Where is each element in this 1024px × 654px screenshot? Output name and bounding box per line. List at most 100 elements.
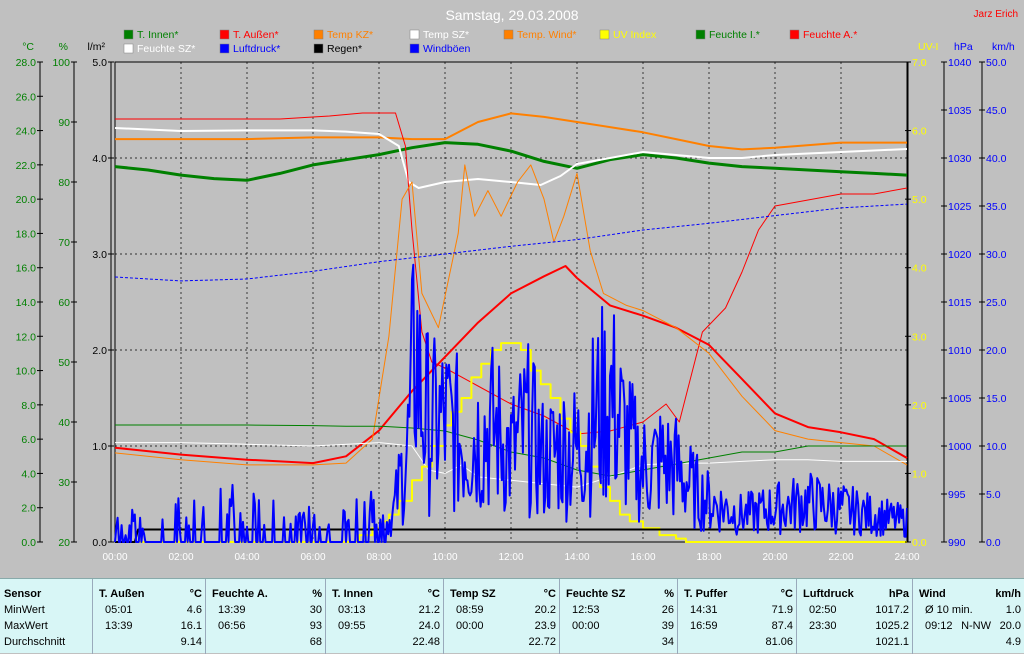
stats-max-time: 06:56 xyxy=(218,620,246,632)
axis-unit-temp_c: °C xyxy=(22,41,34,53)
stats-col-name: Feuchte A. xyxy=(212,588,268,600)
stats-min-value: 20.2 xyxy=(534,604,556,616)
legend-label: Feuchte SZ* xyxy=(137,43,195,55)
stats-avg-value: 1021.1 xyxy=(875,636,909,648)
stats-col-unit: % xyxy=(312,588,322,600)
x-tick-label: 22:00 xyxy=(828,552,853,563)
stats-avg-label: Durchschnitt xyxy=(4,636,66,648)
y-tick-label-wind_kmh: 35.0 xyxy=(986,201,1007,213)
stats-col-name: Luftdruck xyxy=(803,588,854,600)
stats-col-unit: °C xyxy=(427,588,440,600)
y-tick-label-uv: 7.0 xyxy=(912,57,927,69)
stats-max-value: 23.9 xyxy=(534,620,556,632)
axis-unit-wind_kmh: km/h xyxy=(992,41,1015,53)
y-tick-label-wind_kmh: 30.0 xyxy=(986,249,1007,261)
stats-min-time: 02:50 xyxy=(809,604,837,616)
y-tick-label-rain_lm2: 2.0 xyxy=(92,345,107,357)
stats-min-time: 14:31 xyxy=(690,604,718,616)
legend-swatch xyxy=(695,29,706,40)
stats-column: Temp SZ °C 08:59 20.2 00:00 23.9 22.72 xyxy=(443,579,560,654)
x-tick-label: 18:00 xyxy=(696,552,721,563)
y-tick-label-pressure_hpa: 1040 xyxy=(948,57,972,69)
y-tick-label-wind_kmh: 25.0 xyxy=(986,297,1007,309)
stats-col-unit: °C xyxy=(780,588,793,600)
legend: T. Innen* T. Außen* Temp KZ* Temp SZ* Temp. … xyxy=(123,29,857,55)
x-tick-label: 02:00 xyxy=(168,552,193,563)
y-tick-label-pressure_hpa: 1025 xyxy=(948,201,972,213)
stats-col-unit: °C xyxy=(543,588,556,600)
y-tick-label-pressure_hpa: 1020 xyxy=(948,249,972,261)
legend-swatch xyxy=(409,43,420,54)
stats-min-time: Ø 10 min. xyxy=(925,604,973,616)
y-tick-label-temp_c: 14.0 xyxy=(16,297,37,309)
stats-min-time: 08:59 xyxy=(456,604,484,616)
stats-min-time: 13:39 xyxy=(218,604,246,616)
y-tick-label-rain_lm2: 1.0 xyxy=(92,441,107,453)
y-tick-label-pressure_hpa: 1015 xyxy=(948,297,972,309)
y-tick-label-pressure_hpa: 1005 xyxy=(948,393,972,405)
legend-label: Feuchte I.* xyxy=(709,29,760,41)
stats-col-name: Temp SZ xyxy=(450,588,496,600)
y-tick-label-pressure_hpa: 1000 xyxy=(948,441,972,453)
y-tick-label-temp_c: 20.0 xyxy=(16,194,37,206)
y-tick-label-humidity_pct: 20 xyxy=(58,537,70,549)
y-tick-label-temp_c: 24.0 xyxy=(16,126,37,138)
y-tick-label-pressure_hpa: 1010 xyxy=(948,345,972,357)
stats-avg-value: 34 xyxy=(661,636,674,648)
axis-unit-pressure_hpa: hPa xyxy=(954,41,973,53)
x-tick-label: 24:00 xyxy=(894,552,919,563)
legend-label: Temp. Wind* xyxy=(517,29,577,41)
axis-unit-uv: UV-I xyxy=(918,41,938,53)
y-tick-label-humidity_pct: 90 xyxy=(58,117,70,129)
legend-swatch xyxy=(599,29,610,40)
stats-column: Feuchte SZ% 12:53 26 00:00 39 34 xyxy=(559,579,678,654)
y-tick-label-temp_c: 18.0 xyxy=(16,228,37,240)
y-tick-label-temp_c: 22.0 xyxy=(16,160,37,172)
stats-column: T. Innen °C 03:13 21.2 09:55 24.0 22.48 xyxy=(325,579,444,654)
y-tick-label-humidity_pct: 30 xyxy=(58,477,70,489)
y-tick-label-wind_kmh: 45.0 xyxy=(986,105,1007,117)
axis-unit-humidity_pct: % xyxy=(59,41,68,53)
author-label: Jarz Erich xyxy=(974,9,1018,20)
legend-swatch xyxy=(219,43,230,54)
y-tick-label-uv: 3.0 xyxy=(912,331,927,343)
stats-max-value: 93 xyxy=(309,620,322,632)
stats-col-unit: °C xyxy=(189,588,202,600)
y-tick-label-wind_kmh: 50.0 xyxy=(986,57,1007,69)
legend-label: UV Index xyxy=(613,29,657,41)
stats-avg-value: 22.48 xyxy=(412,636,440,648)
y-tick-label-temp_c: 28.0 xyxy=(16,57,37,69)
x-tick-label: 10:00 xyxy=(432,552,457,563)
stats-avg-value: 22.72 xyxy=(528,636,556,648)
stats-max-label: MaxWert xyxy=(4,620,48,632)
stats-max-value: 87.4 xyxy=(771,620,793,632)
y-tick-label-wind_kmh: 0.0 xyxy=(986,537,1001,549)
y-tick-label-uv: 1.0 xyxy=(912,468,927,480)
y-tick-label-humidity_pct: 60 xyxy=(58,297,70,309)
stats-max-value: 1025.2 xyxy=(875,620,909,632)
stats-min-value: 30 xyxy=(309,604,322,616)
stats-max-value: 20.0 xyxy=(999,620,1021,632)
x-tick-label: 04:00 xyxy=(234,552,259,563)
stats-col-unit: hPa xyxy=(888,588,909,600)
legend-swatch xyxy=(219,29,230,40)
stats-min-time: 03:13 xyxy=(338,604,366,616)
x-tick-label: 00:00 xyxy=(102,552,127,563)
weather-chart: 00:00 02:00 04:00 06:00 08:00 10:00 12:00 14:00… xyxy=(16,7,1018,563)
legend-swatch xyxy=(789,29,800,40)
x-tick-label: 16:00 xyxy=(630,552,655,563)
stats-min-value: 1.0 xyxy=(1005,604,1021,616)
stats-col-name: Wind xyxy=(919,588,946,600)
chart-title: Samstag, 29.03.2008 xyxy=(445,7,578,23)
stats-max-time: 13:39 xyxy=(105,620,133,632)
y-tick-label-uv: 0.0 xyxy=(912,537,927,549)
stats-col-unit: % xyxy=(664,588,674,600)
stats-col-name: T. Innen xyxy=(332,588,373,600)
y-tick-label-wind_kmh: 20.0 xyxy=(986,345,1007,357)
legend-label: Feuchte A.* xyxy=(803,29,857,41)
stats-avg-value: 9.14 xyxy=(180,636,202,648)
y-tick-label-wind_kmh: 10.0 xyxy=(986,441,1007,453)
y-tick-label-temp_c: 12.0 xyxy=(16,331,37,343)
y-tick-label-pressure_hpa: 1035 xyxy=(948,105,972,117)
x-tick-label: 14:00 xyxy=(564,552,589,563)
